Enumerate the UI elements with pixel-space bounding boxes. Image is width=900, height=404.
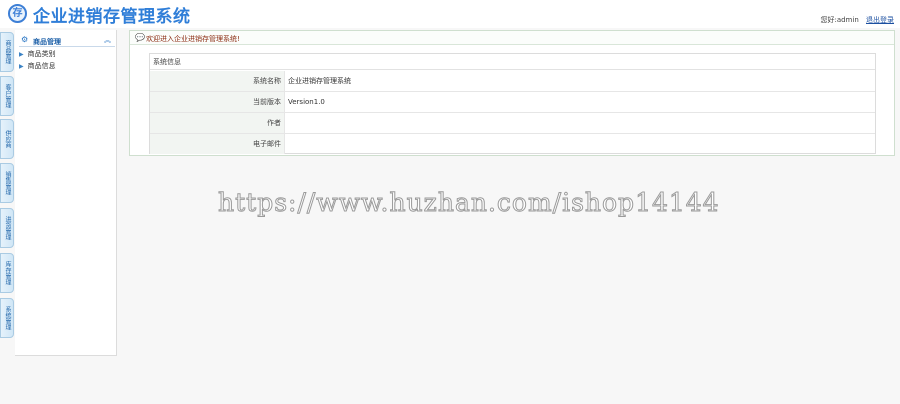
user-greeting: 您好:admin (820, 16, 859, 24)
speech-bubble-icon: 💬 (135, 33, 145, 42)
row-value (284, 113, 875, 133)
vtab-goods[interactable]: 商品管理 (0, 32, 14, 72)
row-label: 当前版本 (150, 92, 284, 112)
vtab-purchases[interactable]: 进货管理 (0, 208, 14, 248)
sidebar: ⚙ 商品管理 ︽ ▶ 商品类别 ▶ 商品信息 (15, 30, 117, 356)
table-row: 当前版本 Version1.0 (150, 92, 875, 113)
watermark-text: https://www.huzhan.com/ishop14144 (218, 188, 720, 218)
row-label: 系统名称 (150, 71, 284, 91)
table-row: 作者 (150, 113, 875, 134)
welcome-notice: 💬 欢迎进入企业进销存管理系统! (130, 31, 894, 45)
row-value: Version1.0 (284, 92, 875, 112)
table-row: 系统名称 企业进销存管理系统 (150, 71, 875, 92)
app-title: 企业进销存管理系统 (33, 7, 191, 27)
sidebar-item-goods-info[interactable]: ▶ 商品信息 (19, 61, 56, 72)
sidebar-item-label: 商品信息 (27, 62, 56, 70)
main-content: 💬 欢迎进入企业进销存管理系统! 系统信息 系统名称 企业进销存管理系统 当前版… (129, 30, 895, 156)
row-value (284, 134, 875, 154)
system-info-table: 系统信息 系统名称 企业进销存管理系统 当前版本 Version1.0 作者 电… (149, 53, 876, 154)
vtab-sales[interactable]: 销售管理 (0, 163, 14, 203)
table-row: 电子邮件 (150, 134, 875, 155)
vtab-customers[interactable]: 客户管理 (0, 76, 14, 116)
logo-icon: 存 (8, 4, 27, 23)
sidebar-item-categories[interactable]: ▶ 商品类别 (19, 49, 56, 60)
triangle-right-icon: ▶ (19, 63, 24, 70)
user-bar: 您好:admin 退出登录 (820, 15, 894, 25)
header: 存 企业进销存管理系统 您好:admin 退出登录 (0, 0, 900, 28)
notice-text: 欢迎进入企业进销存管理系统! (146, 35, 240, 43)
logout-link[interactable]: 退出登录 (866, 16, 894, 24)
vtab-suppliers[interactable]: 供应商 (0, 119, 14, 159)
sidebar-item-label: 商品类别 (27, 50, 56, 58)
vertical-tabs: 商品管理 客户管理 供应商 销售管理 进货管理 库存管理 系统管理 (0, 30, 14, 340)
vtab-system[interactable]: 系统管理 (0, 298, 14, 338)
vtab-inventory[interactable]: 库存管理 (0, 253, 14, 293)
gear-icon: ⚙ (21, 35, 29, 44)
row-label: 作者 (150, 113, 284, 133)
collapse-icon[interactable]: ︽ (104, 35, 111, 45)
sidebar-header[interactable]: ⚙ 商品管理 ︽ (19, 35, 115, 47)
triangle-right-icon: ▶ (19, 51, 24, 58)
sidebar-title: 商品管理 (33, 38, 61, 46)
row-value: 企业进销存管理系统 (284, 71, 875, 91)
row-label: 电子邮件 (150, 134, 284, 154)
system-info-caption: 系统信息 (150, 54, 875, 70)
